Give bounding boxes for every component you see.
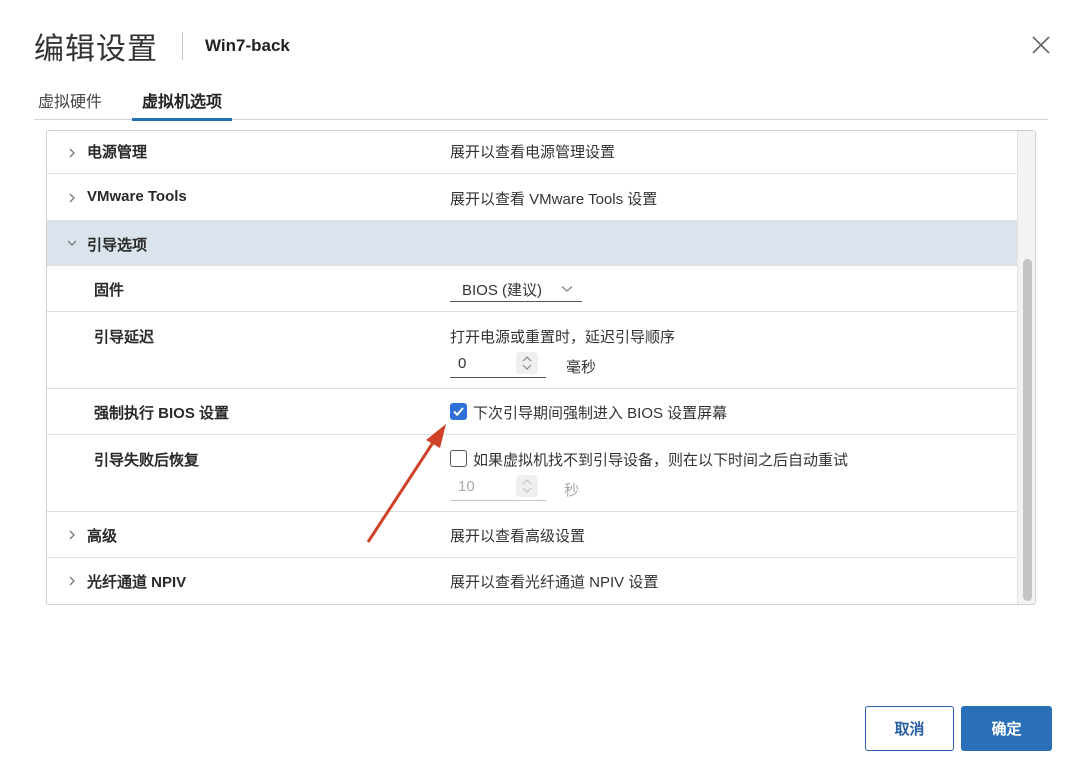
vm-name: Win7-back	[205, 36, 290, 55]
section-label: 光纤通道 NPIV	[87, 574, 187, 591]
checkmark-icon	[453, 407, 464, 417]
row-boot-delay: 引导延迟 打开电源或重置时，延迟引导顺序 0 毫秒	[47, 312, 1017, 389]
scrollbar-thumb[interactable]	[1023, 259, 1032, 601]
section-vmware-tools[interactable]: VMware Tools 展开以查看 VMware Tools 设置	[47, 174, 1017, 221]
firmware-value: BIOS (建议)	[462, 282, 543, 299]
firmware-label: 固件	[94, 282, 125, 299]
chevron-right-icon	[69, 576, 75, 586]
section-advanced[interactable]: 高级 展开以查看高级设置	[47, 512, 1017, 558]
section-desc: 展开以查看高级设置	[450, 528, 586, 545]
section-desc: 展开以查看电源管理设置	[450, 144, 616, 161]
row-force-bios: 强制执行 BIOS 设置 下次引导期间强制进入 BIOS 设置屏幕	[47, 389, 1017, 435]
section-power-management[interactable]: 电源管理 展开以查看电源管理设置	[47, 131, 1017, 174]
boot-delay-label: 引导延迟	[94, 329, 155, 346]
title-divider	[182, 32, 183, 60]
tab-bar: 虚拟硬件 虚拟机选项	[34, 82, 1048, 121]
chevron-down-icon	[561, 286, 573, 292]
cancel-button[interactable]: 取消	[865, 706, 954, 751]
spinner-icon[interactable]	[516, 475, 538, 497]
dialog-header: 编辑设置 Win7-back	[34, 24, 290, 68]
boot-delay-input[interactable]: 0	[450, 350, 546, 378]
force-bios-label: 强制执行 BIOS 设置	[94, 405, 230, 422]
spinner-icon[interactable]	[516, 352, 538, 374]
tab-virtual-hardware[interactable]: 虚拟硬件	[34, 82, 106, 120]
chevron-right-icon	[69, 530, 75, 540]
chevron-down-icon	[67, 240, 77, 246]
section-desc: 展开以查看 VMware Tools 设置	[450, 191, 658, 208]
close-icon[interactable]	[1030, 34, 1052, 56]
boot-delay-value: 0	[458, 355, 467, 372]
failed-recovery-unit: 秒	[564, 482, 580, 499]
boot-delay-unit: 毫秒	[566, 359, 597, 376]
section-label: 引导选项	[87, 237, 148, 254]
ok-button[interactable]: 确定	[961, 706, 1052, 751]
failed-recovery-checkbox[interactable]	[450, 450, 467, 467]
row-failed-boot-recovery: 引导失败后恢复 如果虚拟机找不到引导设备，则在以下时间之后自动重试 10 秒	[47, 435, 1017, 512]
section-label: VMware Tools	[87, 188, 187, 205]
force-bios-checkbox[interactable]	[450, 403, 467, 420]
failed-recovery-checkbox-label[interactable]: 如果虚拟机找不到引导设备，则在以下时间之后自动重试	[473, 449, 848, 470]
chevron-right-icon	[69, 148, 75, 158]
section-label: 高级	[87, 528, 118, 545]
scrollbar[interactable]	[1017, 131, 1035, 604]
row-firmware: 固件 BIOS (建议)	[47, 266, 1017, 312]
options-list: 电源管理 展开以查看电源管理设置 VMware Tools 展开以查看 VMwa…	[47, 131, 1017, 604]
failed-recovery-input[interactable]: 10	[450, 473, 546, 501]
section-fibre-channel-npiv[interactable]: 光纤通道 NPIV 展开以查看光纤通道 NPIV 设置	[47, 558, 1017, 604]
options-panel: 电源管理 展开以查看电源管理设置 VMware Tools 展开以查看 VMwa…	[46, 130, 1036, 605]
tab-vm-options[interactable]: 虚拟机选项	[132, 82, 233, 121]
section-boot-options[interactable]: 引导选项	[47, 221, 1017, 266]
section-label: 电源管理	[87, 144, 148, 161]
failed-recovery-value: 10	[458, 478, 475, 495]
dialog-title: 编辑设置	[34, 33, 158, 66]
chevron-right-icon	[69, 193, 75, 203]
boot-delay-desc: 打开电源或重置时，延迟引导顺序	[450, 329, 676, 346]
failed-recovery-label: 引导失败后恢复	[94, 452, 200, 469]
firmware-select[interactable]: BIOS (建议)	[450, 274, 582, 302]
force-bios-checkbox-label[interactable]: 下次引导期间强制进入 BIOS 设置屏幕	[473, 402, 727, 423]
section-desc: 展开以查看光纤通道 NPIV 设置	[450, 574, 659, 591]
